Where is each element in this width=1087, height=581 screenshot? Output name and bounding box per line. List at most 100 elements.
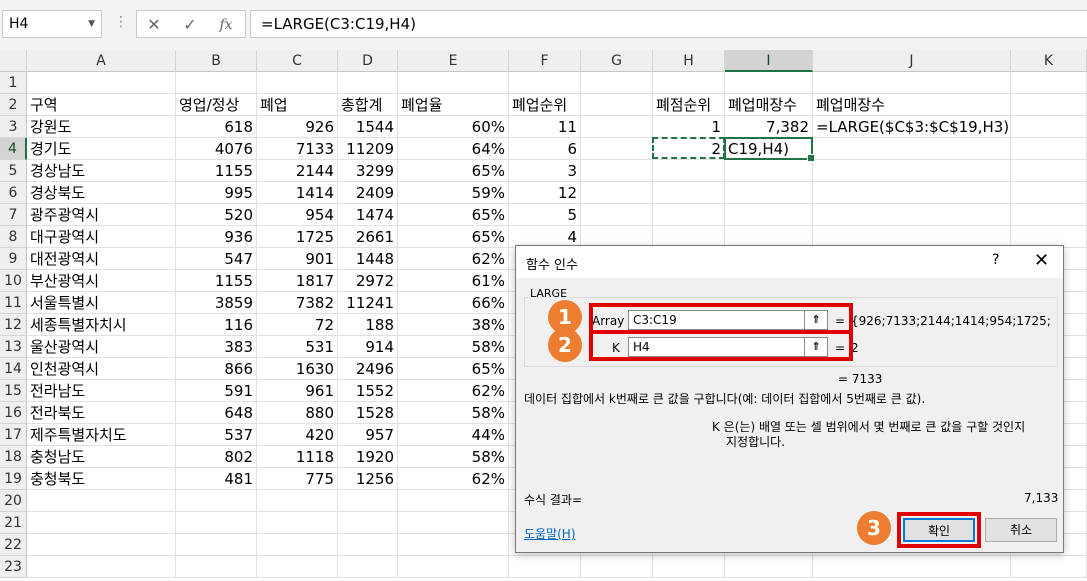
row-header[interactable]: 10: [0, 270, 27, 292]
cell[interactable]: [176, 534, 257, 556]
row-header[interactable]: 6: [0, 182, 27, 204]
cell[interactable]: [27, 512, 176, 534]
cell[interactable]: 폐점순위: [653, 94, 725, 116]
cell[interactable]: 2496: [338, 358, 398, 380]
cell[interactable]: 38%: [398, 314, 509, 336]
cell[interactable]: 1544: [338, 116, 398, 138]
col-header-k[interactable]: K: [1011, 50, 1087, 72]
row-header[interactable]: 4: [0, 138, 27, 160]
cell[interactable]: 1118: [257, 446, 338, 468]
cell[interactable]: [813, 160, 1011, 182]
cell[interactable]: 제주특별자치도: [27, 424, 176, 446]
cell[interactable]: 65%: [398, 226, 509, 248]
row-header[interactable]: 11: [0, 292, 27, 314]
cell[interactable]: 영업/정상: [176, 94, 257, 116]
cell[interactable]: [509, 556, 581, 578]
cell[interactable]: [27, 490, 176, 512]
cell[interactable]: [581, 160, 653, 182]
cancel-button[interactable]: 취소: [985, 518, 1057, 542]
cell[interactable]: [257, 556, 338, 578]
cell[interactable]: [581, 182, 653, 204]
chevron-down-icon[interactable]: ▼: [88, 11, 95, 37]
cell[interactable]: [257, 72, 338, 94]
row-header[interactable]: 22: [0, 534, 27, 556]
col-header-b[interactable]: B: [176, 50, 257, 72]
cell[interactable]: 2661: [338, 226, 398, 248]
cell[interactable]: [338, 556, 398, 578]
col-header-h[interactable]: H: [653, 50, 725, 72]
cell[interactable]: 957: [338, 424, 398, 446]
cell[interactable]: 1725: [257, 226, 338, 248]
cell[interactable]: 1630: [257, 358, 338, 380]
row-header[interactable]: 21: [0, 512, 27, 534]
cancel-icon[interactable]: ✕: [139, 14, 169, 36]
cell[interactable]: 1552: [338, 380, 398, 402]
cell[interactable]: [653, 160, 725, 182]
cell[interactable]: [338, 490, 398, 512]
cell[interactable]: 866: [176, 358, 257, 380]
cell[interactable]: 618: [176, 116, 257, 138]
row-header[interactable]: 18: [0, 446, 27, 468]
cell[interactable]: 995: [176, 182, 257, 204]
cell[interactable]: 954: [257, 204, 338, 226]
cell[interactable]: 60%: [398, 116, 509, 138]
cell[interactable]: [1011, 160, 1087, 182]
cell[interactable]: 5: [509, 204, 581, 226]
cell[interactable]: 58%: [398, 336, 509, 358]
help-icon[interactable]: ?: [992, 252, 999, 268]
cell[interactable]: 648: [176, 402, 257, 424]
row-header[interactable]: 15: [0, 380, 27, 402]
cell[interactable]: 547: [176, 248, 257, 270]
cell[interactable]: 경기도: [27, 138, 176, 160]
cell[interactable]: 11241: [338, 292, 398, 314]
cell[interactable]: 3: [509, 160, 581, 182]
cell[interactable]: [338, 534, 398, 556]
close-icon[interactable]: ✕: [1034, 250, 1049, 271]
col-header-c[interactable]: C: [257, 50, 338, 72]
cell[interactable]: [653, 204, 725, 226]
cell[interactable]: 인천광역시: [27, 358, 176, 380]
row-header[interactable]: 7: [0, 204, 27, 226]
row-header[interactable]: 3: [0, 116, 27, 138]
cell[interactable]: [398, 72, 509, 94]
cell[interactable]: 775: [257, 468, 338, 490]
cell[interactable]: 914: [338, 336, 398, 358]
cell[interactable]: 전라남도: [27, 380, 176, 402]
cell[interactable]: [725, 160, 813, 182]
cell[interactable]: 충청남도: [27, 446, 176, 468]
cell[interactable]: 1528: [338, 402, 398, 424]
cell[interactable]: 880: [257, 402, 338, 424]
cell[interactable]: 12: [509, 182, 581, 204]
cell[interactable]: [725, 72, 813, 94]
cell[interactable]: [509, 72, 581, 94]
cell[interactable]: 537: [176, 424, 257, 446]
row-header[interactable]: 20: [0, 490, 27, 512]
cell[interactable]: 62%: [398, 248, 509, 270]
cell[interactable]: 420: [257, 424, 338, 446]
cell[interactable]: [1011, 182, 1087, 204]
col-header-i[interactable]: I: [725, 50, 813, 72]
cell[interactable]: 1920: [338, 446, 398, 468]
cell[interactable]: 936: [176, 226, 257, 248]
cell[interactable]: [257, 534, 338, 556]
cell[interactable]: 1256: [338, 468, 398, 490]
cell[interactable]: 591: [176, 380, 257, 402]
cell[interactable]: 7133: [257, 138, 338, 160]
cell[interactable]: [1011, 204, 1087, 226]
row-header[interactable]: 17: [0, 424, 27, 446]
cell[interactable]: [338, 72, 398, 94]
cell[interactable]: 62%: [398, 468, 509, 490]
cell[interactable]: 58%: [398, 402, 509, 424]
cell[interactable]: [653, 556, 725, 578]
cell[interactable]: [27, 72, 176, 94]
cell[interactable]: 383: [176, 336, 257, 358]
row-header[interactable]: 5: [0, 160, 27, 182]
cell[interactable]: [813, 182, 1011, 204]
cell[interactable]: 폐업매장수: [813, 94, 1011, 116]
cell[interactable]: 폐업: [257, 94, 338, 116]
cell[interactable]: 11209: [338, 138, 398, 160]
name-box[interactable]: H4 ▼: [2, 10, 102, 38]
row-header[interactable]: 2: [0, 94, 27, 116]
cell[interactable]: 구역: [27, 94, 176, 116]
cell[interactable]: 11: [509, 116, 581, 138]
